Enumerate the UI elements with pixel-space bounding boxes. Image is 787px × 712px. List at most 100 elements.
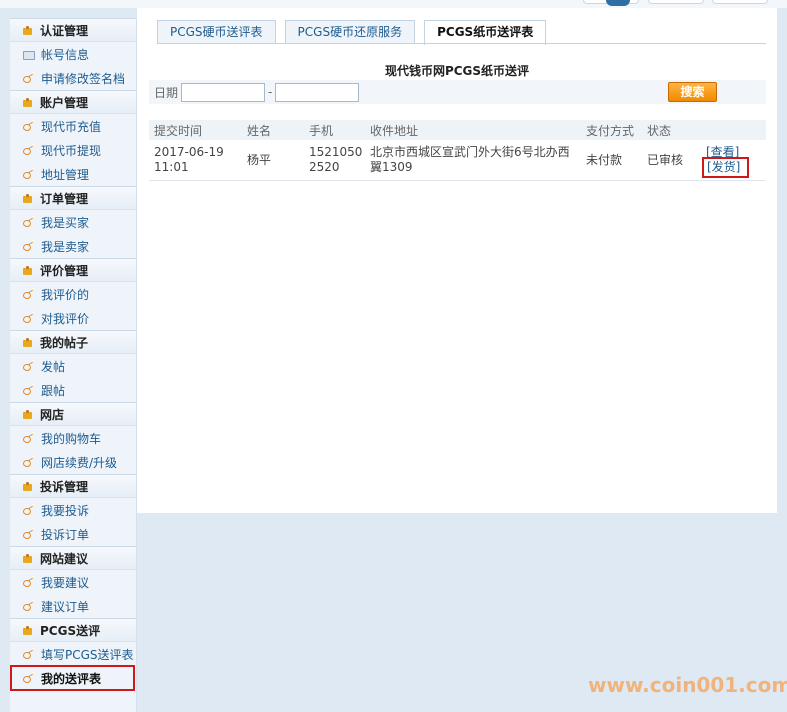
- date-separator: -: [268, 85, 273, 99]
- sidebar-group-title: 网站建议: [40, 551, 89, 566]
- sidebar-item-cart[interactable]: 我的购物车: [10, 426, 136, 450]
- tab-pcgs-banknote-submission[interactable]: PCGS纸币送评表: [424, 20, 547, 45]
- sidebar-group-title: 网店: [40, 407, 65, 422]
- folder-icon: [23, 409, 32, 419]
- sidebar-item-label: 填写PCGS送评表: [41, 647, 134, 662]
- sidebar-item-label: 地址管理: [41, 167, 90, 182]
- column-header: 提交时间: [154, 123, 203, 138]
- top-tab-ghost: [648, 0, 704, 4]
- sidebar-group-reviews: 评价管理: [10, 258, 136, 282]
- sidebar-item-label: 现代币充值: [41, 119, 102, 134]
- sidebar-item-replies[interactable]: 跟帖: [10, 378, 136, 402]
- top-tab-ghost: [712, 0, 768, 4]
- folder-icon: [23, 337, 32, 347]
- sidebar-item-recharge[interactable]: 现代币充值: [10, 114, 136, 138]
- key-icon: [23, 242, 33, 251]
- search-button[interactable]: 搜索: [668, 82, 717, 102]
- key-icon: [23, 602, 33, 611]
- logo-mark: [606, 0, 630, 6]
- sidebar-item-shop-renew[interactable]: 网店续费/升级: [10, 450, 136, 474]
- column-header: 手机: [309, 123, 334, 138]
- tab-divider: [157, 43, 766, 44]
- sidebar-group-title: 认证管理: [40, 23, 89, 38]
- view-link[interactable]: [查看]: [706, 145, 739, 160]
- sidebar-item-label: 我是买家: [41, 215, 90, 230]
- tab-bar: PCGS硬币送评表 PCGS硬币还原服务 PCGS纸币送评表: [157, 20, 555, 45]
- key-icon: [23, 506, 33, 515]
- sidebar-item-buyer[interactable]: 我是买家: [10, 210, 136, 234]
- sidebar-item-label: 我要投诉: [41, 503, 90, 518]
- key-icon: [23, 578, 33, 587]
- main-panel: PCGS硬币送评表 PCGS硬币还原服务 PCGS纸币送评表 现代钱币网PCGS…: [137, 8, 777, 513]
- sidebar-item-new-post[interactable]: 发帖: [10, 354, 136, 378]
- sidebar-group-title: 订单管理: [40, 191, 89, 206]
- key-icon: [23, 146, 33, 155]
- folder-icon: [23, 481, 32, 491]
- search-bar: 日期 - 搜索: [149, 80, 766, 104]
- sidebar-item-my-submissions[interactable]: 我的送评表: [10, 665, 135, 691]
- phone-number: 15210502520: [309, 145, 363, 174]
- sidebar-item-label: 发帖: [41, 359, 66, 374]
- sidebar-group-auth: 认证管理: [10, 18, 136, 42]
- sidebar-group-title: 评价管理: [40, 263, 89, 278]
- sidebar-item-file-complaint[interactable]: 我要投诉: [10, 498, 136, 522]
- submissions-table: 提交时间 姓名 手机 收件地址 支付方式 状态 2017-06-19 11:01…: [149, 120, 766, 181]
- key-icon: [23, 434, 33, 443]
- sidebar-item-label: 跟帖: [41, 383, 66, 398]
- sidebar-item-my-reviews[interactable]: 我评价的: [10, 282, 136, 306]
- sidebar-item-withdraw[interactable]: 现代币提现: [10, 138, 136, 162]
- site-watermark: www.coin001.com: [588, 673, 787, 697]
- sidebar-group-title: PCGS送评: [40, 623, 101, 638]
- key-icon: [23, 386, 33, 395]
- sidebar-item-label: 我是卖家: [41, 239, 90, 254]
- folder-icon: [23, 625, 32, 635]
- key-icon: [23, 74, 33, 83]
- table-row: 2017-06-19 11:01 杨平 15210502520 北京市西城区宣武…: [149, 140, 766, 181]
- submit-time: 2017-06-19 11:01: [154, 145, 224, 174]
- sidebar-group-posts: 我的帖子: [10, 330, 136, 354]
- sidebar-item-address[interactable]: 地址管理: [10, 162, 136, 186]
- date-from-input[interactable]: [181, 82, 266, 102]
- sidebar-item-suggest[interactable]: 我要建议: [10, 570, 136, 594]
- sidebar-item-label: 我要建议: [41, 575, 90, 590]
- sidebar-item-reviews-of-me[interactable]: 对我评价: [10, 306, 136, 330]
- sidebar-item-label: 投诉订单: [41, 527, 90, 542]
- sidebar-item-fill-pcgs-form[interactable]: 填写PCGS送评表: [10, 642, 136, 666]
- column-header: 状态: [647, 123, 672, 138]
- sidebar-group-complaints: 投诉管理: [10, 474, 136, 498]
- shipping-address: 北京市西城区宣武门外大街6号北办西翼1309: [370, 145, 570, 174]
- table-header: 提交时间 姓名 手机 收件地址 支付方式 状态: [149, 120, 766, 140]
- column-header: 姓名: [247, 123, 272, 138]
- sidebar-group-pcgs: PCGS送评: [10, 618, 136, 642]
- order-status: 已审核: [647, 152, 684, 167]
- sidebar-group-account: 账户管理: [10, 90, 136, 114]
- sidebar-group-title: 账户管理: [40, 95, 89, 110]
- sidebar-item-label: 现代币提现: [41, 143, 102, 158]
- sidebar-item-label: 对我评价: [41, 311, 90, 326]
- sidebar-item-label: 建议订单: [41, 599, 90, 614]
- sidebar-item-edit-signature[interactable]: 申请修改签名档: [10, 66, 136, 90]
- sidebar-item-suggestion-orders[interactable]: 建议订单: [10, 594, 136, 618]
- sidebar-item-label: 申请修改签名档: [41, 71, 126, 86]
- column-header: 支付方式: [586, 123, 635, 138]
- key-icon: [23, 122, 33, 131]
- id-card-icon: [23, 50, 35, 60]
- sidebar-item-account-info[interactable]: 帐号信息: [10, 42, 136, 66]
- sidebar-group-title: 投诉管理: [40, 479, 89, 494]
- sidebar-item-label: 帐号信息: [41, 47, 90, 62]
- key-icon: [23, 218, 33, 227]
- key-icon: [23, 650, 33, 659]
- sidebar-item-complaint-orders[interactable]: 投诉订单: [10, 522, 136, 546]
- tab-pcgs-coin-submission[interactable]: PCGS硬币送评表: [157, 20, 276, 44]
- tab-pcgs-coin-restoration[interactable]: PCGS硬币还原服务: [284, 20, 416, 44]
- key-icon: [23, 530, 33, 539]
- key-icon: [23, 458, 33, 467]
- date-to-input[interactable]: [275, 82, 360, 102]
- folder-icon: [23, 553, 32, 563]
- sidebar-item-seller[interactable]: 我是卖家: [10, 234, 136, 258]
- customer-name: 杨平: [247, 152, 272, 167]
- sidebar-item-label: 我的购物车: [41, 431, 102, 446]
- sidebar-group-orders: 订单管理: [10, 186, 136, 210]
- ship-link[interactable]: [发货]: [701, 157, 750, 178]
- key-icon: [23, 290, 33, 299]
